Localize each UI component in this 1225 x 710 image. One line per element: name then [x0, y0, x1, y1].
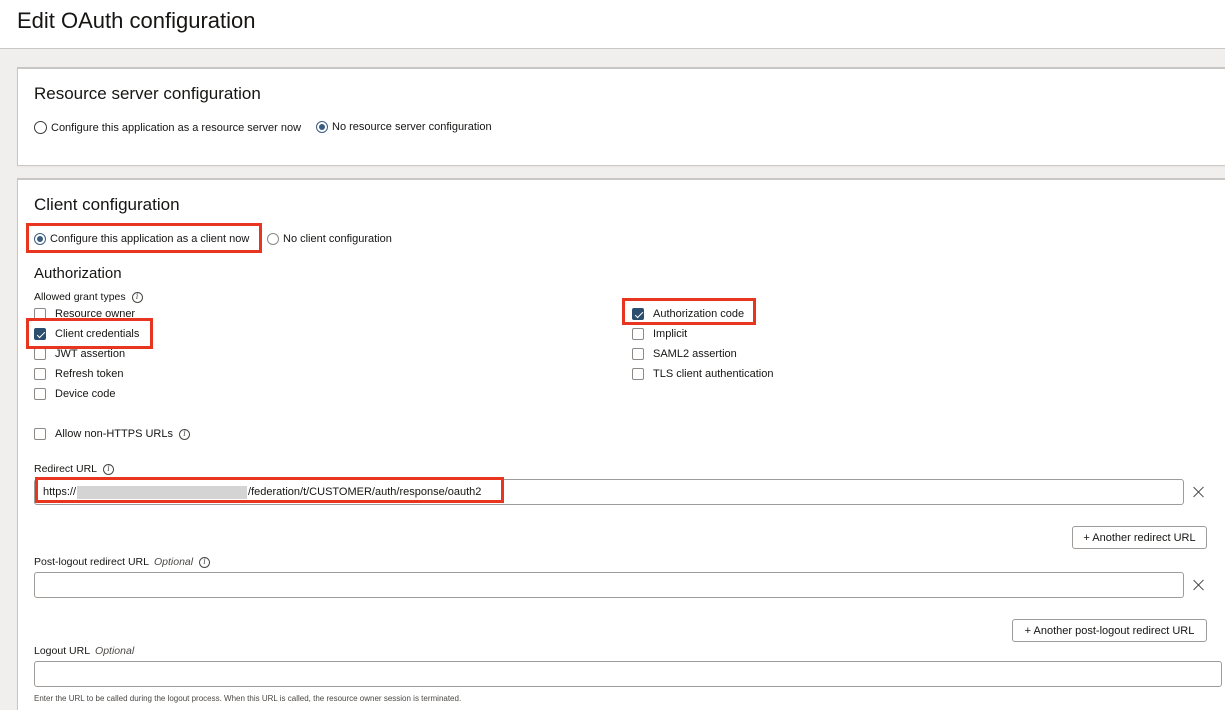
allow-non-https[interactable]: Allow non-HTTPS URLs i	[34, 428, 190, 440]
logout-url-help: Enter the URL to be called during the lo…	[34, 694, 462, 703]
close-icon[interactable]	[1193, 579, 1205, 591]
checkbox-label: Allow non-HTTPS URLs	[55, 428, 173, 440]
client-configuration-title: Client configuration	[34, 195, 180, 214]
optional-label: Optional	[95, 645, 135, 657]
grant-types-label: Allowed grant types i	[34, 291, 143, 303]
grant-types-label-text: Allowed grant types	[34, 291, 126, 303]
logout-url-label: Logout URL Optional	[34, 645, 134, 657]
add-post-logout-url-button[interactable]: + Another post-logout redirect URL	[1012, 619, 1207, 642]
info-icon[interactable]: i	[178, 428, 190, 440]
checkbox[interactable]	[632, 348, 644, 360]
info-icon[interactable]: i	[131, 291, 143, 303]
logout-url-label-text: Logout URL	[34, 645, 91, 657]
highlight-box	[26, 318, 153, 349]
checkbox-label: Implicit	[653, 328, 688, 340]
add-redirect-url-button[interactable]: + Another redirect URL	[1072, 526, 1207, 549]
info-icon[interactable]: i	[103, 463, 115, 475]
radio-label: Configure this application as a resource…	[51, 121, 302, 134]
checkbox-label: SAML2 assertion	[653, 348, 737, 360]
radio-label: No client configuration	[283, 233, 392, 245]
grant-device-code[interactable]: Device code	[34, 388, 116, 400]
highlight-box	[622, 298, 756, 325]
highlight-box	[35, 477, 504, 503]
post-logout-label-text: Post-logout redirect URL	[34, 556, 149, 568]
checkbox-label: JWT assertion	[55, 348, 126, 360]
post-logout-label: Post-logout redirect URL Optional i	[34, 556, 211, 568]
checkbox[interactable]	[34, 428, 46, 440]
grant-refresh-token[interactable]: Refresh token	[34, 368, 123, 380]
grant-jwt-assertion[interactable]: JWT assertion	[34, 348, 125, 360]
redirect-url-label-text: Redirect URL	[34, 463, 98, 475]
client-none-radio[interactable]: No client configuration	[267, 233, 392, 245]
grant-implicit[interactable]: Implicit	[632, 328, 687, 340]
radio-control[interactable]	[267, 233, 279, 245]
page-header: Edit OAuth configuration	[0, 0, 1225, 49]
checkbox[interactable]	[34, 348, 46, 360]
resource-server-title: Resource server configuration	[34, 84, 261, 103]
checkbox[interactable]	[34, 368, 46, 380]
radio-control[interactable]	[316, 121, 328, 133]
radio-control[interactable]	[34, 121, 47, 134]
checkbox-label: Refresh token	[55, 368, 124, 380]
close-icon[interactable]	[1193, 486, 1205, 498]
grant-tls-client-auth[interactable]: TLS client authentication	[632, 368, 773, 380]
radio-label: No resource server configuration	[332, 121, 492, 133]
authorization-title: Authorization	[34, 265, 122, 282]
post-logout-url-input[interactable]	[34, 572, 1184, 598]
resource-server-panel: Resource server configuration Configure …	[17, 67, 1225, 166]
page-title: Edit OAuth configuration	[17, 8, 256, 33]
checkbox-label: Device code	[55, 388, 116, 400]
checkbox[interactable]	[632, 368, 644, 380]
highlight-box	[26, 223, 262, 253]
checkbox[interactable]	[632, 328, 644, 340]
resource-none-radio[interactable]: No resource server configuration	[316, 121, 492, 133]
grant-saml2-assertion[interactable]: SAML2 assertion	[632, 348, 737, 360]
redirect-url-label: Redirect URL i	[34, 463, 115, 475]
checkbox-label: TLS client authentication	[653, 368, 774, 380]
optional-label: Optional	[153, 556, 194, 568]
resource-configure-radio[interactable]: Configure this application as a resource…	[34, 121, 301, 134]
info-icon[interactable]: i	[199, 556, 211, 568]
client-configuration-panel: Client configuration Configure this appl…	[17, 178, 1225, 710]
checkbox[interactable]	[34, 388, 46, 400]
logout-url-input[interactable]	[34, 661, 1222, 687]
